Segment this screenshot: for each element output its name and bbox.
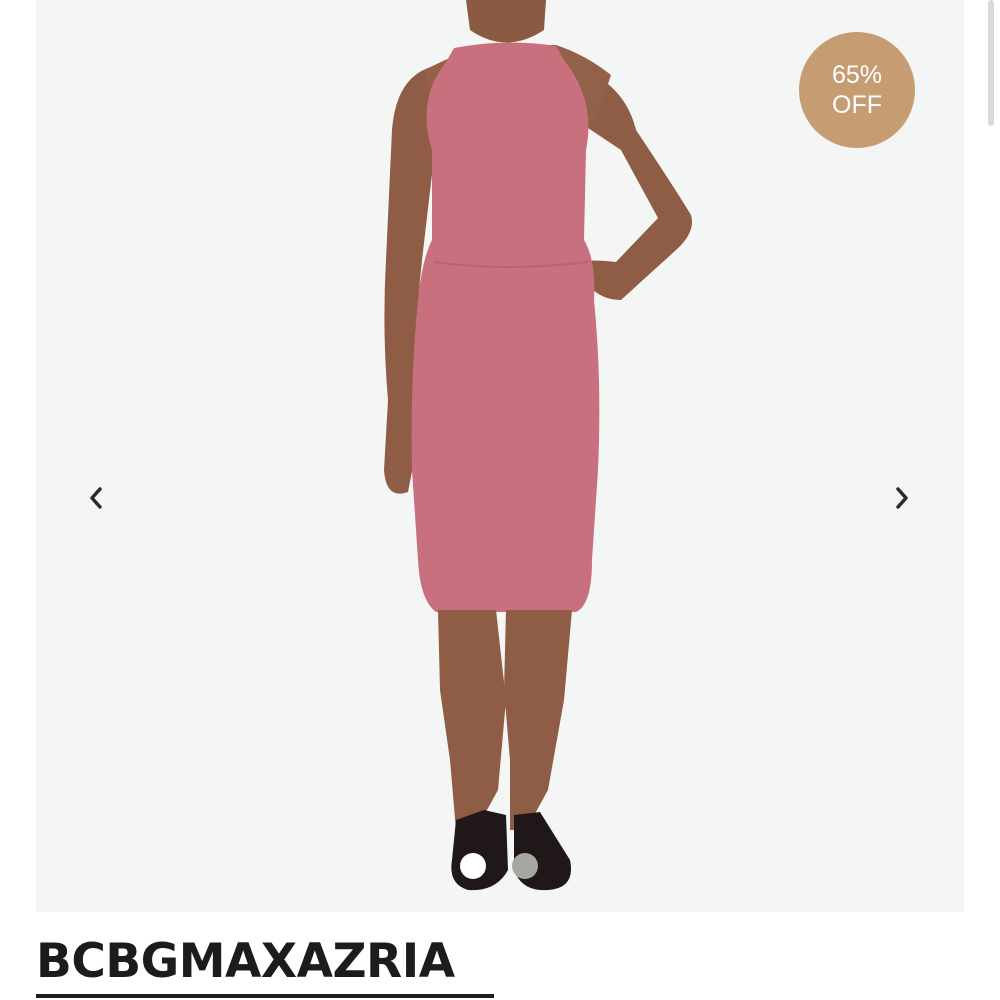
chevron-left-icon: [90, 487, 102, 509]
scrollbar[interactable]: [988, 0, 994, 126]
brand-underline: [36, 994, 494, 998]
next-image-button[interactable]: [882, 478, 922, 518]
pagination-dot-2[interactable]: [512, 853, 538, 879]
product-gallery[interactable]: 65% OFF: [36, 0, 964, 912]
previous-image-button[interactable]: [76, 478, 116, 518]
discount-percent: 65%: [831, 61, 883, 89]
image-pagination: [460, 853, 538, 879]
model-right-leg: [504, 610, 572, 830]
chevron-right-icon: [896, 487, 908, 509]
dress: [411, 42, 600, 612]
pagination-dot-1[interactable]: [460, 853, 486, 879]
model-left-leg: [438, 610, 506, 830]
discount-off-label: OFF: [832, 91, 882, 119]
brand-name[interactable]: BCBGMAXAZRIA: [36, 932, 455, 992]
discount-badge: 65% OFF: [799, 32, 915, 148]
model-neck: [466, 0, 546, 43]
